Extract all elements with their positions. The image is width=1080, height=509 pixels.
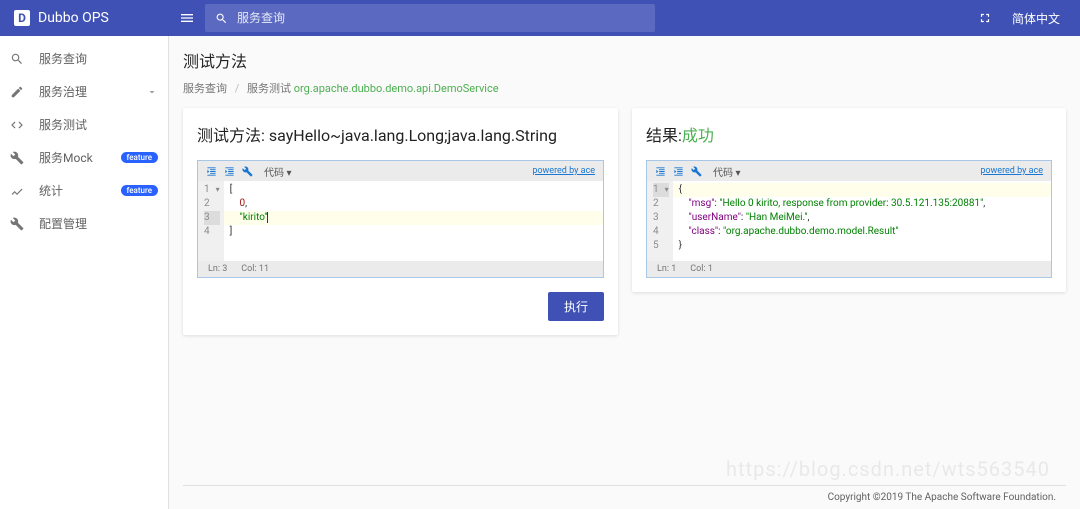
search-icon: [215, 12, 228, 25]
status-col: Col: 11: [241, 264, 269, 274]
request-editor[interactable]: 代码 ▾ powered by ace 1▾ 2 3 4 [ 0, "kirit…: [197, 160, 604, 278]
status-col: Col: 1: [690, 264, 713, 274]
sidebar-item-label: 配置管理: [39, 215, 87, 232]
page-title: 测试方法: [183, 48, 1066, 72]
sidebar-item-label: 服务治理: [39, 83, 87, 100]
brand: D Dubbo OPS: [0, 10, 169, 26]
powered-by-link[interactable]: powered by ace: [980, 166, 1043, 176]
search-icon: [10, 52, 24, 66]
brand-icon: D: [14, 10, 30, 26]
sidebar-item-mock[interactable]: 服务Mock feature: [0, 141, 168, 174]
editor-code[interactable]: { "msg": "Hello 0 kirito, response from …: [673, 181, 1051, 261]
editor-mode-dropdown[interactable]: 代码 ▾: [713, 164, 741, 179]
wrench-icon[interactable]: [242, 166, 253, 177]
brand-text: Dubbo OPS: [38, 10, 109, 26]
execute-button[interactable]: 执行: [548, 292, 604, 321]
indent-icon[interactable]: [224, 166, 235, 177]
breadcrumb: 服务查询 / 服务测试 org.apache.dubbo.demo.api.De…: [183, 80, 1066, 96]
fold-icon[interactable]: ▾: [216, 183, 220, 197]
breadcrumb-root[interactable]: 服务查询: [183, 82, 227, 95]
breadcrumb-test[interactable]: 服务测试: [247, 82, 291, 95]
request-title: 测试方法: sayHello~java.lang.Long;java.lang.…: [197, 122, 604, 146]
editor-gutter: 1▾ 2 3 4 5: [647, 181, 673, 261]
editor-toolbar: 代码 ▾ powered by ace: [647, 161, 1051, 181]
breadcrumb-service[interactable]: org.apache.dubbo.demo.api.DemoService: [294, 82, 499, 95]
wrench-icon[interactable]: [691, 166, 702, 177]
result-card: 结果:成功 代码 ▾ powered by ace 1▾: [632, 108, 1066, 292]
search-input[interactable]: [237, 11, 645, 25]
chevron-down-icon: [146, 86, 158, 98]
hamburger-icon: [179, 10, 195, 26]
feature-badge: feature: [121, 152, 158, 163]
editor-body[interactable]: 1▾ 2 3 4 [ 0, "kirito"]: [198, 181, 603, 261]
sidebar: 服务查询 服务治理 服务测试 服务Mock feature 统计 feature…: [0, 36, 169, 509]
wrench-icon: [10, 151, 24, 165]
editor-status: Ln: 3 Col: 11: [198, 261, 603, 277]
editor-code[interactable]: [ 0, "kirito"]: [224, 181, 603, 261]
result-title: 结果:成功: [646, 122, 1052, 146]
editor-body[interactable]: 1▾ 2 3 4 5 { "msg": "Hello 0 kirito, res…: [647, 181, 1051, 261]
status-line: Ln: 3: [208, 264, 227, 274]
editor-toolbar: 代码 ▾ powered by ace: [198, 161, 603, 181]
fullscreen-icon[interactable]: [978, 11, 992, 25]
language-switch[interactable]: 简体中文: [1012, 10, 1060, 27]
sidebar-item-governance[interactable]: 服务治理: [0, 75, 168, 108]
wrench-icon: [10, 217, 24, 231]
sidebar-item-config[interactable]: 配置管理: [0, 207, 168, 240]
fold-icon[interactable]: ▾: [665, 183, 669, 197]
outdent-icon[interactable]: [206, 166, 217, 177]
sidebar-item-service-query[interactable]: 服务查询: [0, 42, 168, 75]
edit-icon: [10, 85, 24, 99]
outdent-icon[interactable]: [655, 166, 666, 177]
indent-icon[interactable]: [673, 166, 684, 177]
sidebar-item-label: 统计: [39, 182, 63, 199]
menu-toggle-button[interactable]: [169, 10, 205, 26]
powered-by-link[interactable]: powered by ace: [532, 166, 595, 176]
trend-icon: [10, 184, 24, 198]
sidebar-item-label: 服务查询: [39, 50, 87, 67]
sidebar-item-stats[interactable]: 统计 feature: [0, 174, 168, 207]
feature-badge: feature: [121, 185, 158, 196]
sidebar-item-label: 服务测试: [39, 116, 87, 133]
main-content: 测试方法 服务查询 / 服务测试 org.apache.dubbo.demo.a…: [169, 36, 1080, 509]
code-icon: [10, 118, 24, 132]
result-editor[interactable]: 代码 ▾ powered by ace 1▾ 2 3 4 5 { "msg": …: [646, 160, 1052, 278]
sidebar-item-label: 服务Mock: [39, 149, 93, 166]
search-box[interactable]: [205, 4, 655, 32]
sidebar-item-service-test[interactable]: 服务测试: [0, 108, 168, 141]
editor-mode-dropdown[interactable]: 代码 ▾: [264, 164, 292, 179]
request-card: 测试方法: sayHello~java.lang.Long;java.lang.…: [183, 108, 618, 335]
breadcrumb-sep: /: [235, 82, 240, 95]
editor-status: Ln: 1 Col: 1: [647, 261, 1051, 277]
footer: Copyright ©2019 The Apache Software Foun…: [183, 485, 1066, 509]
status-line: Ln: 1: [657, 264, 676, 274]
editor-gutter: 1▾ 2 3 4: [198, 181, 224, 261]
top-bar: D Dubbo OPS 简体中文: [0, 0, 1080, 36]
